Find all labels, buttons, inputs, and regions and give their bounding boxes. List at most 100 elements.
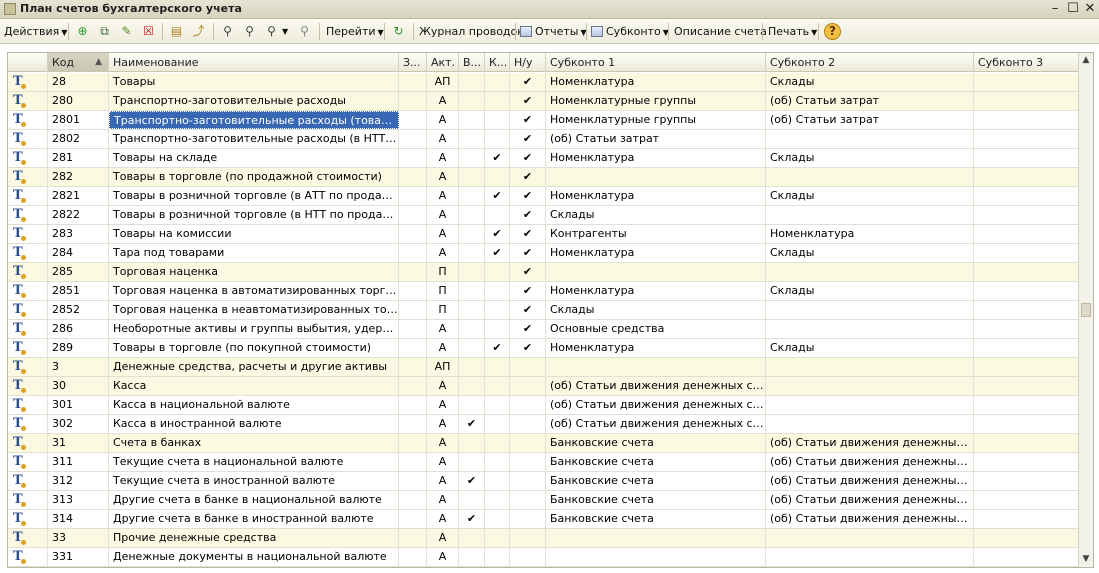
cell-act[interactable]: АП (427, 73, 459, 91)
table-row[interactable]: T 282 Товары в торговле (по продажной стои… (8, 168, 1079, 187)
minimize-button[interactable]: – (1046, 1, 1064, 17)
filter-by-value-icon[interactable]: ⚲ (241, 23, 258, 40)
cell-act[interactable]: П (427, 301, 459, 319)
cell-nu[interactable] (510, 358, 546, 376)
cell-code[interactable]: 2852 (48, 301, 109, 319)
cell-z[interactable] (399, 377, 427, 395)
cell-v[interactable]: ✔ (459, 415, 485, 433)
cell-s2[interactable]: (об) Статьи движения денежных сред... (766, 434, 974, 452)
cell-name[interactable]: Транспортно-заготовительные расходы (109, 92, 399, 110)
cell-v[interactable] (459, 187, 485, 205)
cell-name[interactable]: Другие счета в банке в иностранной валют… (109, 510, 399, 528)
cell-s2[interactable] (766, 301, 974, 319)
refresh-icon[interactable]: ↻ (390, 23, 407, 40)
cell-code[interactable]: 283 (48, 225, 109, 243)
cell-k[interactable] (485, 320, 510, 338)
cell-s1[interactable]: Склады (546, 206, 766, 224)
cell-name[interactable]: Текущие счета в иностранной валюте (109, 472, 399, 490)
cell-k[interactable] (485, 73, 510, 91)
header-name[interactable]: Наименование (109, 53, 399, 72)
close-button[interactable]: ✕ (1081, 1, 1099, 17)
cell-v[interactable] (459, 377, 485, 395)
cell-name[interactable]: Необоротные активы и группы выбытия, уде… (109, 320, 399, 338)
cell-v[interactable] (459, 282, 485, 300)
cell-s3[interactable] (974, 472, 1079, 490)
cell-s2[interactable]: (об) Статьи движения денежных сред... (766, 472, 974, 490)
cell-z[interactable] (399, 339, 427, 357)
cell-nu[interactable]: ✔ (510, 225, 546, 243)
cell-s1[interactable]: Склады (546, 301, 766, 319)
cell-s2[interactable]: (об) Статьи движения денежных сред... (766, 510, 974, 528)
cell-name[interactable]: Товары в торговле (по продажной стоимост… (109, 168, 399, 186)
cell-nu[interactable] (510, 510, 546, 528)
cell-k[interactable] (485, 491, 510, 509)
cell-act[interactable]: А (427, 472, 459, 490)
cell-s1[interactable]: Номенклатура (546, 282, 766, 300)
table-row[interactable]: T 2802 Транспортно-заготовительные расходы… (8, 130, 1079, 149)
cell-z[interactable] (399, 320, 427, 338)
cell-s2[interactable]: Склады (766, 244, 974, 262)
cell-act[interactable]: П (427, 282, 459, 300)
cell-nu[interactable]: ✔ (510, 168, 546, 186)
cell-s1[interactable]: Банковские счета (546, 510, 766, 528)
delete-icon[interactable]: ☒ (140, 23, 157, 40)
cell-nu[interactable]: ✔ (510, 187, 546, 205)
cell-k[interactable] (485, 358, 510, 376)
actions-menu[interactable]: Действия ▼ (4, 23, 67, 40)
cell-s3[interactable] (974, 358, 1079, 376)
table-row[interactable]: T 331 Денежные документы в национальной ва… (8, 548, 1079, 567)
cell-k[interactable]: ✔ (485, 149, 510, 167)
cell-s1[interactable]: Банковские счета (546, 491, 766, 509)
cell-s1[interactable]: Номенклатурные группы (546, 92, 766, 110)
cell-nu[interactable]: ✔ (510, 301, 546, 319)
table-row[interactable]: T 2822 Товары в розничной торговле (в НТТ … (8, 206, 1079, 225)
cell-act[interactable]: А (427, 168, 459, 186)
table-row[interactable]: T 31 Счета в банках А Банковские счета (об) С… (8, 434, 1079, 453)
table-row[interactable]: T 284 Тара под товарами А ✔ ✔ Номенклатура Скла… (8, 244, 1079, 263)
cell-z[interactable] (399, 415, 427, 433)
cell-k[interactable] (485, 415, 510, 433)
cell-v[interactable] (459, 396, 485, 414)
cell-name[interactable]: Товары на комиссии (109, 225, 399, 243)
cell-k[interactable]: ✔ (485, 225, 510, 243)
cell-s1[interactable] (546, 358, 766, 376)
cell-act[interactable]: А (427, 130, 459, 148)
cell-s3[interactable] (974, 168, 1079, 186)
cell-act[interactable]: А (427, 453, 459, 471)
cell-z[interactable] (399, 225, 427, 243)
subconto-menu[interactable]: Субконто ▼ (591, 23, 669, 40)
cell-code[interactable]: 30 (48, 377, 109, 395)
table-row[interactable]: T 285 Торговая наценка П ✔ (8, 263, 1079, 282)
cell-z[interactable] (399, 92, 427, 110)
cell-s3[interactable] (974, 263, 1079, 281)
cell-nu[interactable]: ✔ (510, 130, 546, 148)
cell-s3[interactable] (974, 130, 1079, 148)
filter-history-dropdown[interactable]: ▼ (282, 23, 288, 40)
cell-act[interactable]: А (427, 415, 459, 433)
cell-s2[interactable] (766, 377, 974, 395)
cell-k[interactable] (485, 282, 510, 300)
cell-code[interactable]: 314 (48, 510, 109, 528)
cell-s3[interactable] (974, 339, 1079, 357)
header-z[interactable]: З... (399, 53, 427, 72)
cell-v[interactable] (459, 320, 485, 338)
cell-act[interactable]: А (427, 491, 459, 509)
cell-name[interactable]: Счета в банках (109, 434, 399, 452)
cell-code[interactable]: 28 (48, 73, 109, 91)
cell-z[interactable] (399, 187, 427, 205)
cell-s1[interactable]: Основные средства (546, 320, 766, 338)
cell-code[interactable]: 312 (48, 472, 109, 490)
cell-z[interactable] (399, 529, 427, 547)
cell-code[interactable]: 2801 (48, 111, 109, 129)
cell-s2[interactable]: (об) Статьи движения денежных сред... (766, 491, 974, 509)
cell-v[interactable]: ✔ (459, 510, 485, 528)
cell-v[interactable] (459, 73, 485, 91)
clear-filter-icon[interactable]: ⚲ (296, 23, 313, 40)
cell-code[interactable]: 331 (48, 548, 109, 566)
cell-s1[interactable] (546, 263, 766, 281)
table-row[interactable]: T 311 Текущие счета в национальной валюте А… (8, 453, 1079, 472)
cell-name[interactable]: Товары на складе (109, 149, 399, 167)
cell-v[interactable] (459, 263, 485, 281)
cell-act[interactable]: А (427, 510, 459, 528)
cell-code[interactable]: 311 (48, 453, 109, 471)
